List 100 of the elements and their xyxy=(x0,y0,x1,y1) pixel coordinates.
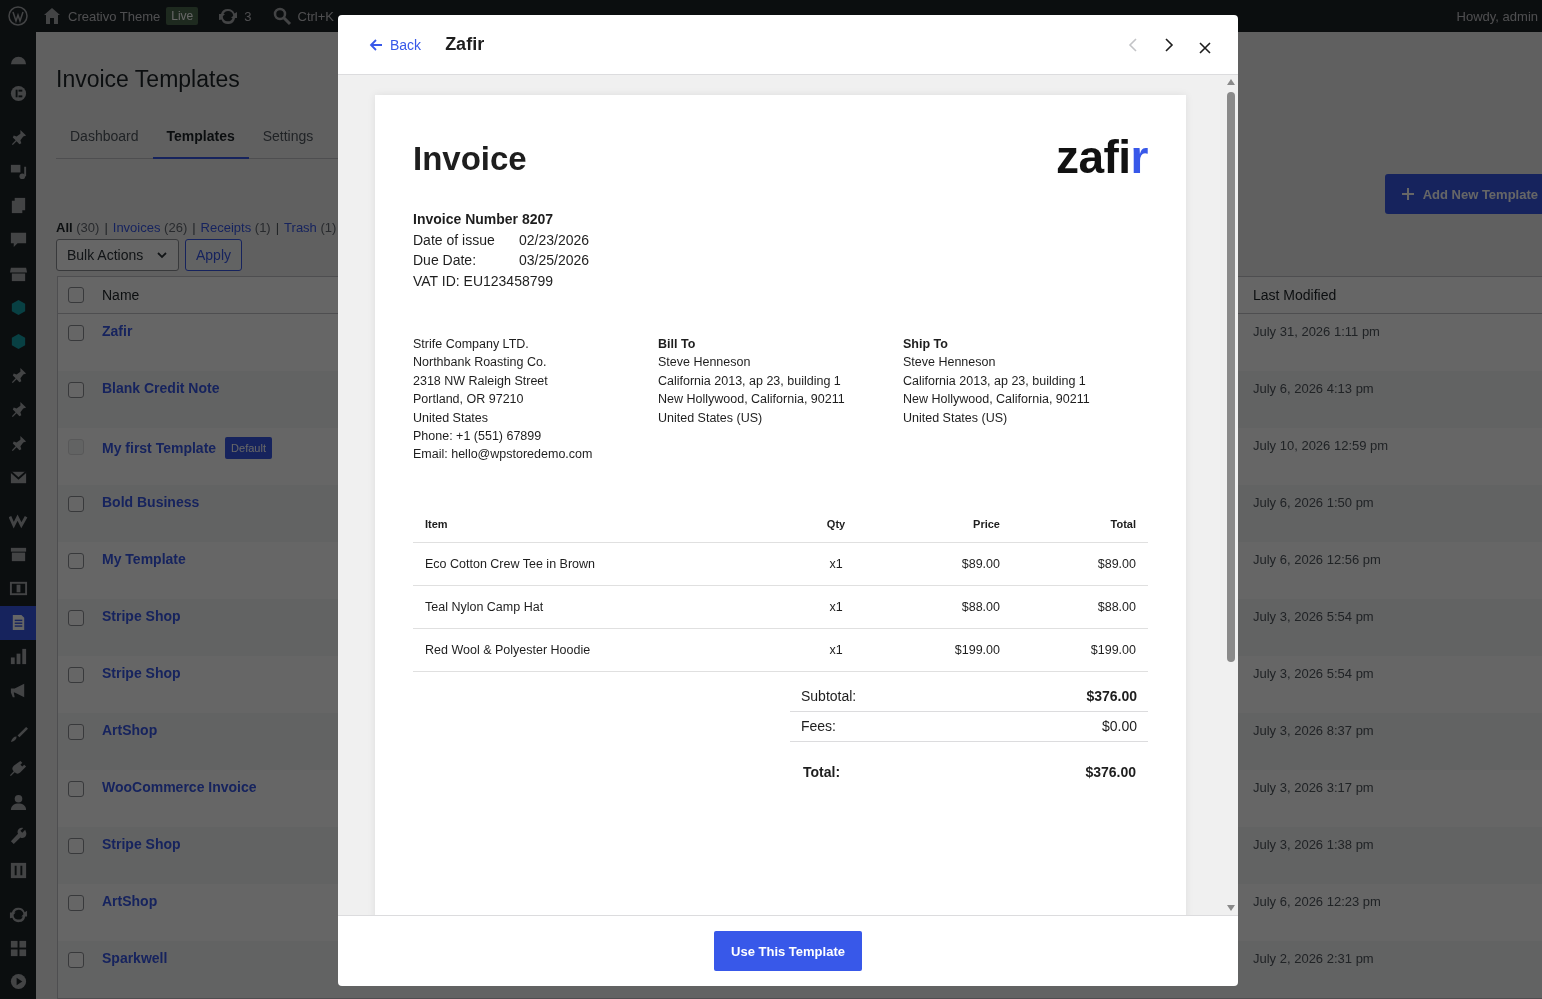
row-checkbox[interactable] xyxy=(68,667,84,683)
row-checkbox[interactable] xyxy=(68,496,84,512)
select-all-checkbox[interactable] xyxy=(68,287,84,303)
sidebar-item[interactable] xyxy=(0,605,36,640)
template-name-link[interactable]: Blank Credit Note xyxy=(102,380,220,396)
item-quantity: x1 xyxy=(828,599,844,614)
item-total: $199.00 xyxy=(1089,642,1137,657)
row-checkbox[interactable] xyxy=(68,325,84,341)
account-greeting[interactable]: Howdy, admin xyxy=(1456,8,1538,24)
circle-logo-icon xyxy=(8,84,28,104)
address-heading: Ship To xyxy=(903,336,949,353)
filter-link[interactable]: All (30) xyxy=(56,220,100,235)
use-template-button[interactable]: Use This Template xyxy=(714,931,862,971)
row-checkbox[interactable] xyxy=(68,553,84,569)
row-checkbox[interactable] xyxy=(68,610,84,626)
search-shortcut[interactable]: Ctrl+K xyxy=(297,8,334,24)
updates-count[interactable]: 3 xyxy=(244,8,252,24)
plus-icon xyxy=(1400,187,1415,201)
site-name-link[interactable]: Creativo Theme xyxy=(68,8,161,24)
date-value: 02/23/2026 xyxy=(519,230,590,250)
date-value: 03/25/2026 xyxy=(519,251,590,270)
template-name-link[interactable]: WooCommerce Invoice xyxy=(102,779,257,795)
column-header: Total xyxy=(1109,517,1137,530)
invoice-number: Invoice Number 8207 xyxy=(413,210,555,229)
search-icon[interactable] xyxy=(271,6,292,26)
modified-date: July 31, 2026 1:11 pm xyxy=(1252,323,1381,339)
add-template-button[interactable]: Add New Template xyxy=(1384,174,1542,214)
address-line: Strife Company LTD. xyxy=(413,336,530,353)
address-line: United States (US) xyxy=(903,409,1009,427)
address-line: Steve Henneson xyxy=(903,354,997,372)
apply-button[interactable]: Apply xyxy=(185,239,243,271)
column-header: Price xyxy=(972,517,1001,530)
filter-separator: | xyxy=(192,220,196,235)
total-label: Subtotal: xyxy=(801,688,857,705)
logo: zafir xyxy=(1055,133,1148,181)
plug-icon xyxy=(8,758,28,778)
filter-separator: | xyxy=(275,220,280,235)
item-total: $89.00 xyxy=(1096,556,1137,571)
item-quantity: x1 xyxy=(828,556,844,571)
tab[interactable]: Settings xyxy=(248,118,328,159)
template-name-link[interactable]: Sparkwell xyxy=(102,950,168,966)
tab[interactable]: Dashboard xyxy=(56,118,153,159)
item-price: $199.00 xyxy=(953,642,1001,657)
play-icon xyxy=(8,972,28,992)
row-checkbox[interactable] xyxy=(68,781,84,797)
filter-link[interactable]: Invoices (26) xyxy=(112,220,188,235)
brush-icon xyxy=(8,724,28,744)
address-line: Portland, OR 97210 xyxy=(413,391,525,409)
template-name-link[interactable]: Bold Business xyxy=(102,494,200,510)
live-badge: Live xyxy=(166,7,199,25)
tab[interactable]: Templates xyxy=(152,118,249,159)
address-line: California 2013, ap 23, building 1 xyxy=(903,372,1087,390)
filter-link[interactable]: Trash (1) xyxy=(284,220,337,235)
bulk-actions-dropdown[interactable]: Bulk Actions xyxy=(56,239,179,271)
row-checkbox[interactable] xyxy=(68,838,84,854)
address-line: Northbank Roasting Co. xyxy=(413,354,548,372)
modified-date: July 6, 2026 4:13 pm xyxy=(1252,380,1375,396)
column-header[interactable]: Last Modified xyxy=(1241,287,1542,303)
home-icon[interactable] xyxy=(42,6,62,26)
template-name-link[interactable]: ArtShop xyxy=(102,893,158,909)
column-header: Qty xyxy=(825,517,847,530)
item-quantity: x1 xyxy=(828,642,844,657)
total-label: Total: xyxy=(803,763,841,780)
modified-date: July 10, 2026 12:59 pm xyxy=(1252,437,1390,453)
filter-link[interactable]: Receipts (1) xyxy=(200,220,271,235)
default-badge: Default xyxy=(225,437,272,459)
item-total: $88.00 xyxy=(1096,599,1137,614)
page-title: Invoice Templates xyxy=(56,65,241,94)
modified-date: July 3, 2026 1:38 pm xyxy=(1252,836,1375,852)
address-line: 2318 NW Raleigh Street xyxy=(413,372,549,390)
grid-icon xyxy=(8,938,28,958)
close-icon xyxy=(1198,40,1212,55)
modal-title: Zafir xyxy=(445,34,485,55)
row-checkbox[interactable] xyxy=(68,382,84,398)
date-label: Date of issue xyxy=(413,230,496,250)
wordpress-logo-icon[interactable] xyxy=(8,6,28,26)
template-name-link[interactable]: Zafir xyxy=(102,323,133,339)
template-name-link[interactable]: My Template xyxy=(102,551,186,567)
user-icon xyxy=(8,792,28,812)
address-line: Steve Henneson xyxy=(658,354,752,372)
address-line: Email: hello@wpstoredemo.com xyxy=(413,446,594,464)
row-checkbox[interactable] xyxy=(68,952,84,968)
modified-date: July 6, 2026 1:50 pm xyxy=(1252,494,1375,510)
total-label: Fees: xyxy=(801,718,836,735)
bar-chart-icon xyxy=(8,647,28,667)
item-price: $88.00 xyxy=(960,599,1001,614)
row-checkbox[interactable] xyxy=(68,895,84,911)
arrow-left-icon xyxy=(368,36,384,53)
template-name-link[interactable]: Stripe Shop xyxy=(102,836,181,852)
vat-id: VAT ID: EU123458799 xyxy=(413,271,555,291)
refresh-icon[interactable] xyxy=(218,6,239,26)
address-heading: Bill To xyxy=(658,336,697,353)
row-checkbox[interactable] xyxy=(68,724,84,740)
template-name-link[interactable]: Stripe Shop xyxy=(102,608,181,624)
back-link[interactable]: Back xyxy=(368,36,422,53)
chevron-down-icon xyxy=(156,249,168,261)
address-line: New Hollywood, California, 90211 xyxy=(903,391,1091,409)
template-name-link[interactable]: ArtShop xyxy=(102,722,158,738)
template-name-link[interactable]: Stripe Shop xyxy=(102,665,181,681)
address-line: United States (US) xyxy=(658,409,764,427)
